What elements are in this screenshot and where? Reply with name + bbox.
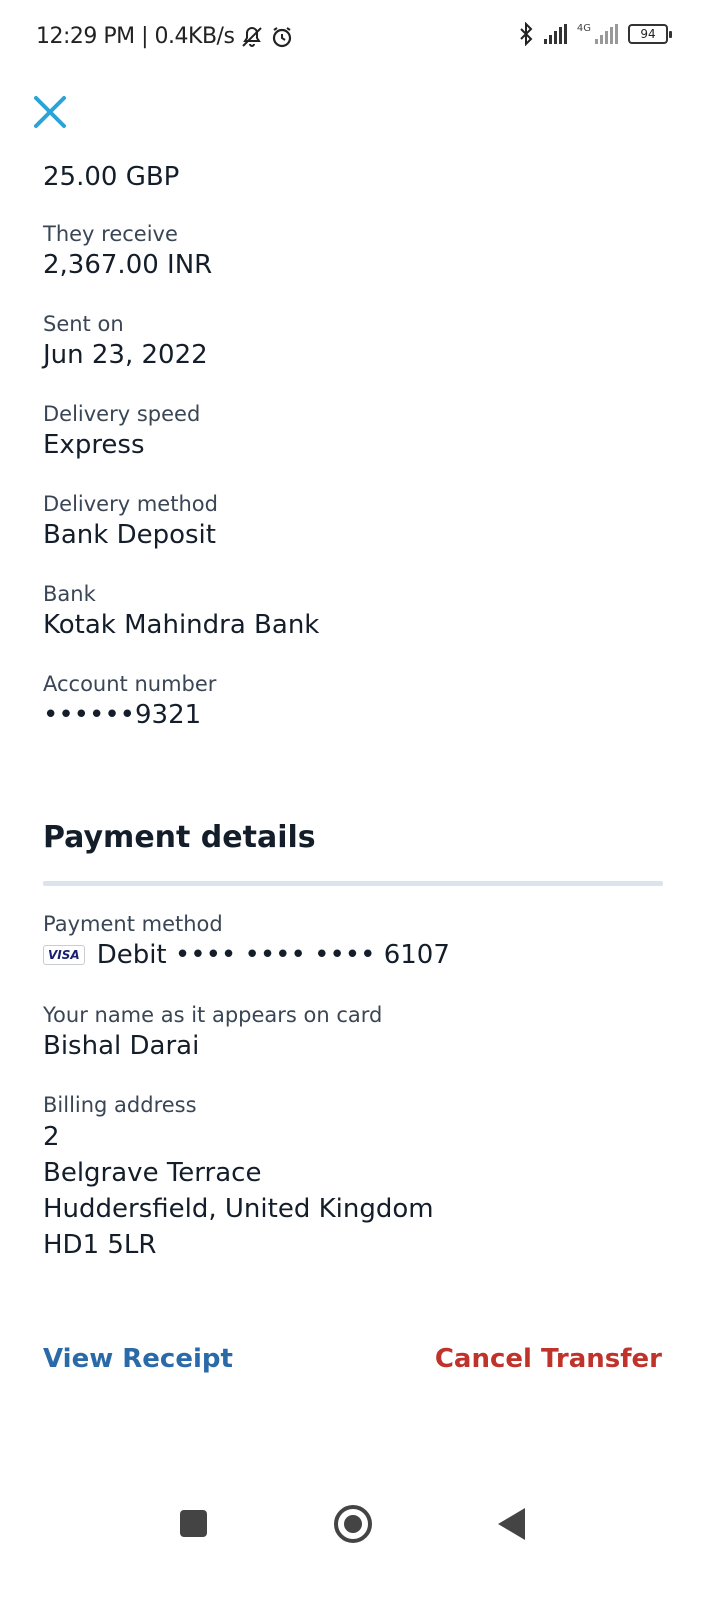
delivery-speed-field: Delivery speed Express	[43, 400, 200, 462]
mute-icon	[242, 26, 263, 47]
billing-line-3: Huddersfield, United Kingdom	[43, 1194, 434, 1224]
status-bar: 12:29 PM | 0.4KB/s 4G 94	[0, 0, 720, 76]
back-button[interactable]	[498, 1508, 525, 1540]
account-number-field: Account number ••••••9321	[43, 670, 216, 732]
network-type: 4G	[576, 23, 591, 34]
delivery-speed-value: Express	[43, 430, 145, 460]
delivery-method-label: Delivery method	[43, 492, 218, 516]
delivery-speed-label: Delivery speed	[43, 402, 201, 426]
payment-method-field: Payment method VISA Debit •••• •••• ••••…	[43, 910, 450, 972]
they-receive-field: They receive 2,367.00 INR	[43, 220, 212, 282]
billing-line-2: Belgrave Terrace	[43, 1158, 262, 1188]
view-receipt-link[interactable]: View Receipt	[43, 1344, 233, 1374]
delivery-method-field: Delivery method Bank Deposit	[43, 490, 218, 552]
billing-line-4: HD1 5LR	[43, 1230, 157, 1260]
status-right: 4G 94	[518, 22, 672, 46]
bank-label: Bank	[43, 582, 96, 606]
billing-address-label: Billing address	[43, 1093, 197, 1117]
card-name-label: Your name as it appears on card	[43, 1003, 383, 1027]
account-number-value: ••••••9321	[43, 700, 202, 730]
close-icon	[34, 96, 66, 128]
visa-logo-icon: VISA	[43, 945, 85, 965]
section-divider	[43, 881, 663, 886]
battery-icon: 94	[628, 24, 672, 44]
close-button[interactable]	[30, 92, 70, 132]
cancel-transfer-link[interactable]: Cancel Transfer	[435, 1344, 662, 1374]
account-number-label: Account number	[43, 672, 217, 696]
they-receive-value: 2,367.00 INR	[43, 250, 213, 280]
payment-details-title: Payment details	[43, 820, 316, 855]
home-button[interactable]	[334, 1505, 372, 1543]
bank-field: Bank Kotak Mahindra Bank	[43, 580, 319, 642]
payment-method-label: Payment method	[43, 912, 223, 936]
signal-icon-2	[595, 24, 618, 44]
card-name-value: Bishal Darai	[43, 1031, 200, 1061]
sent-amount: 25.00 GBP	[43, 162, 180, 192]
status-time-speed: 12:29 PM | 0.4KB/s	[36, 24, 235, 49]
card-value: Debit •••• •••• •••• 6107	[96, 940, 450, 970]
billing-address-field: Billing address 2 Belgrave Terrace Hudde…	[43, 1091, 434, 1263]
bank-value: Kotak Mahindra Bank	[43, 610, 320, 640]
card-row: VISA Debit •••• •••• •••• 6107	[43, 938, 450, 972]
recents-button[interactable]	[180, 1510, 207, 1537]
sent-on-value: Jun 23, 2022	[43, 340, 208, 370]
alarm-icon	[273, 26, 292, 47]
status-left: 12:29 PM | 0.4KB/s	[36, 24, 294, 49]
sent-on-label: Sent on	[43, 312, 124, 336]
battery-level: 94	[640, 27, 656, 41]
signal-icon	[543, 24, 567, 44]
bluetooth-icon	[520, 22, 533, 46]
sent-on-field: Sent on Jun 23, 2022	[43, 310, 208, 372]
billing-line-1: 2	[43, 1122, 60, 1152]
card-name-field: Your name as it appears on card Bishal D…	[43, 1001, 382, 1063]
delivery-method-value: Bank Deposit	[43, 520, 216, 550]
they-receive-label: They receive	[43, 222, 178, 246]
